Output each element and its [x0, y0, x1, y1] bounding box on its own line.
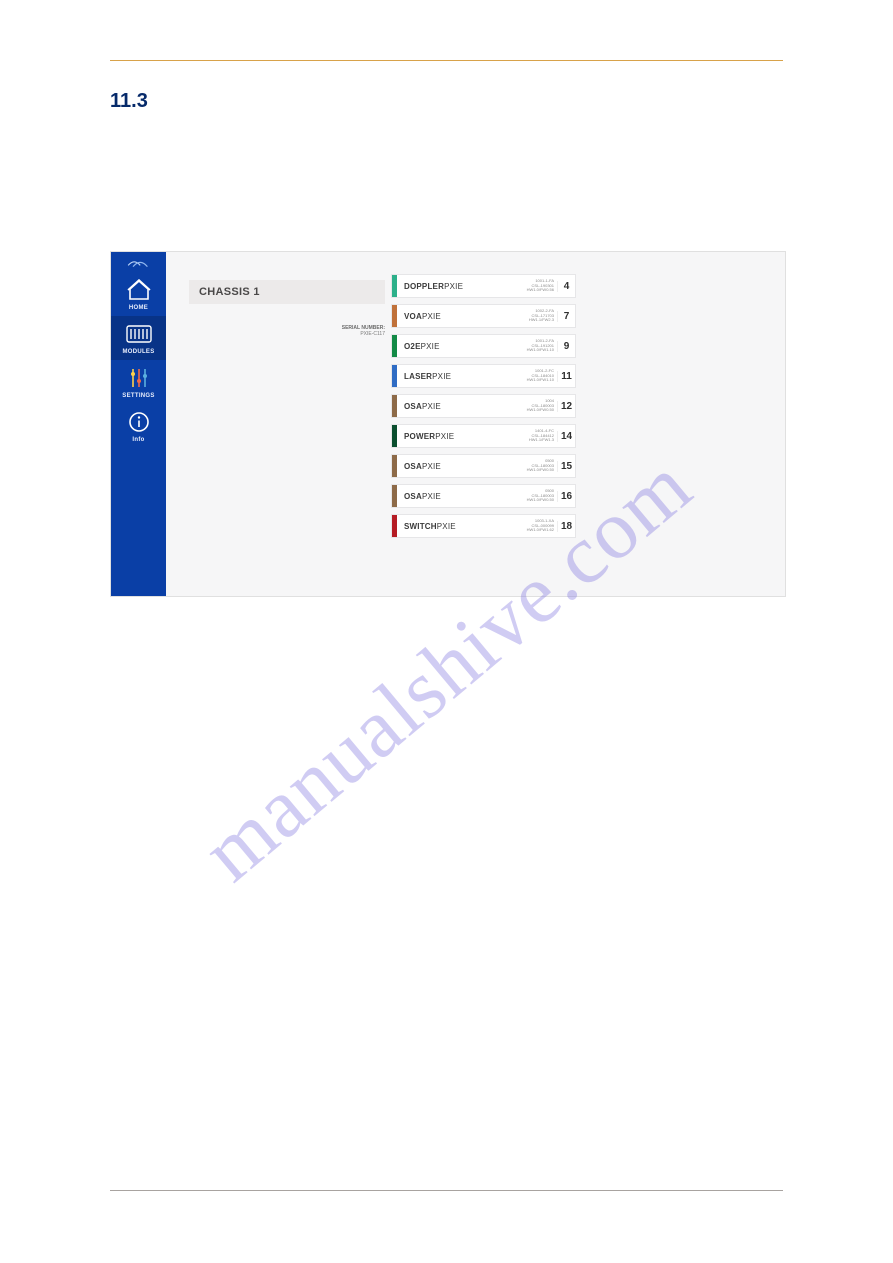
card-name: OSAPXIE [397, 402, 523, 411]
module-card[interactable]: OSAPXIE0500CSL-180003HW1.0/FW0.5016 [391, 484, 576, 508]
card-slot: 12 [557, 401, 575, 412]
module-card[interactable]: VOAPXIE1002-2-FACSL-171703HW1.1/FW2.37 [391, 304, 576, 328]
module-card-list: DOPPLERPXIE1001-1-FACSL-190301HW1.0/FW0.… [391, 274, 576, 538]
card-meta: 1001-2-FACSL-191201HW1.0/FW1.10 [523, 339, 557, 352]
card-meta: 1001-1-FACSL-190301HW1.0/FW0.56 [523, 279, 557, 292]
card-meta: 1003-1-XACSL-000099HW1.0/FW1.62 [523, 519, 557, 532]
card-name: OSAPXIE [397, 462, 523, 471]
nav-home[interactable]: HOME [111, 272, 166, 316]
card-meta: 0500CSL-180003HW1.0/FW0.50 [523, 489, 557, 502]
card-name: OSAPXIE [397, 492, 523, 501]
card-slot: 15 [557, 461, 575, 472]
card-slot: 4 [557, 281, 575, 292]
module-card[interactable]: POWERPXIE1401-4-FCCSL-184412HW1.1/FW1.31… [391, 424, 576, 448]
app-screenshot: HOME MODULES [110, 251, 786, 597]
card-name: DOPPLERPXIE [397, 282, 523, 291]
card-meta: 1001-2-FCCSL-184010HW1.0/FW1.10 [523, 369, 557, 382]
card-slot: 11 [557, 371, 575, 382]
serial-value: PXIE-C117 [305, 331, 385, 337]
nav-modules[interactable]: MODULES [111, 316, 166, 360]
left-nav: HOME MODULES [111, 252, 166, 596]
nav-info[interactable]: Info [111, 404, 166, 448]
module-card[interactable]: DOPPLERPXIE1001-1-FACSL-190301HW1.0/FW0.… [391, 274, 576, 298]
nav-settings[interactable]: SETTINGS [111, 360, 166, 404]
nav-info-label: Info [132, 437, 144, 443]
nav-modules-label: MODULES [122, 349, 154, 355]
card-name: SWITCHPXIE [397, 522, 523, 531]
modules-icon [126, 322, 152, 346]
card-name: O2EPXIE [397, 342, 523, 351]
serial-number: SERIAL NUMBER: PXIE-C117 [305, 325, 385, 337]
brand-logo-icon [111, 254, 166, 272]
card-meta: 0500CSL-180003HW1.0/FW0.50 [523, 459, 557, 472]
card-slot: 14 [557, 431, 575, 442]
main-panel: CHASSIS 1 SERIAL NUMBER: PXIE-C117 DOPPL… [166, 252, 785, 596]
card-name: POWERPXIE [397, 432, 523, 441]
card-slot: 16 [557, 491, 575, 502]
card-meta: 1401-4-FCCSL-184412HW1.1/FW1.3 [523, 429, 557, 442]
home-icon [127, 278, 151, 302]
module-card[interactable]: SWITCHPXIE1003-1-XACSL-000099HW1.0/FW1.6… [391, 514, 576, 538]
card-slot: 18 [557, 521, 575, 532]
module-card[interactable]: LASERPXIE1001-2-FCCSL-184010HW1.0/FW1.10… [391, 364, 576, 388]
chassis-header[interactable]: CHASSIS 1 [189, 280, 385, 304]
bottom-rule [110, 1190, 783, 1191]
card-meta: 1002-2-FACSL-171703HW1.1/FW2.3 [523, 309, 557, 322]
nav-settings-label: SETTINGS [122, 393, 154, 399]
nav-home-label: HOME [129, 305, 148, 311]
module-card[interactable]: OSAPXIE1004CSL-180003HW1.0/FW0.5012 [391, 394, 576, 418]
info-icon [128, 410, 150, 434]
card-slot: 9 [557, 341, 575, 352]
card-meta: 1004CSL-180003HW1.0/FW0.50 [523, 399, 557, 412]
card-slot: 7 [557, 311, 575, 322]
module-card[interactable]: OSAPXIE0500CSL-180003HW1.0/FW0.5015 [391, 454, 576, 478]
section-number: 11.3 [110, 90, 148, 113]
sliders-icon [128, 366, 150, 390]
card-name: VOAPXIE [397, 312, 523, 321]
card-name: LASERPXIE [397, 372, 523, 381]
top-rule [110, 60, 783, 61]
module-card[interactable]: O2EPXIE1001-2-FACSL-191201HW1.0/FW1.109 [391, 334, 576, 358]
